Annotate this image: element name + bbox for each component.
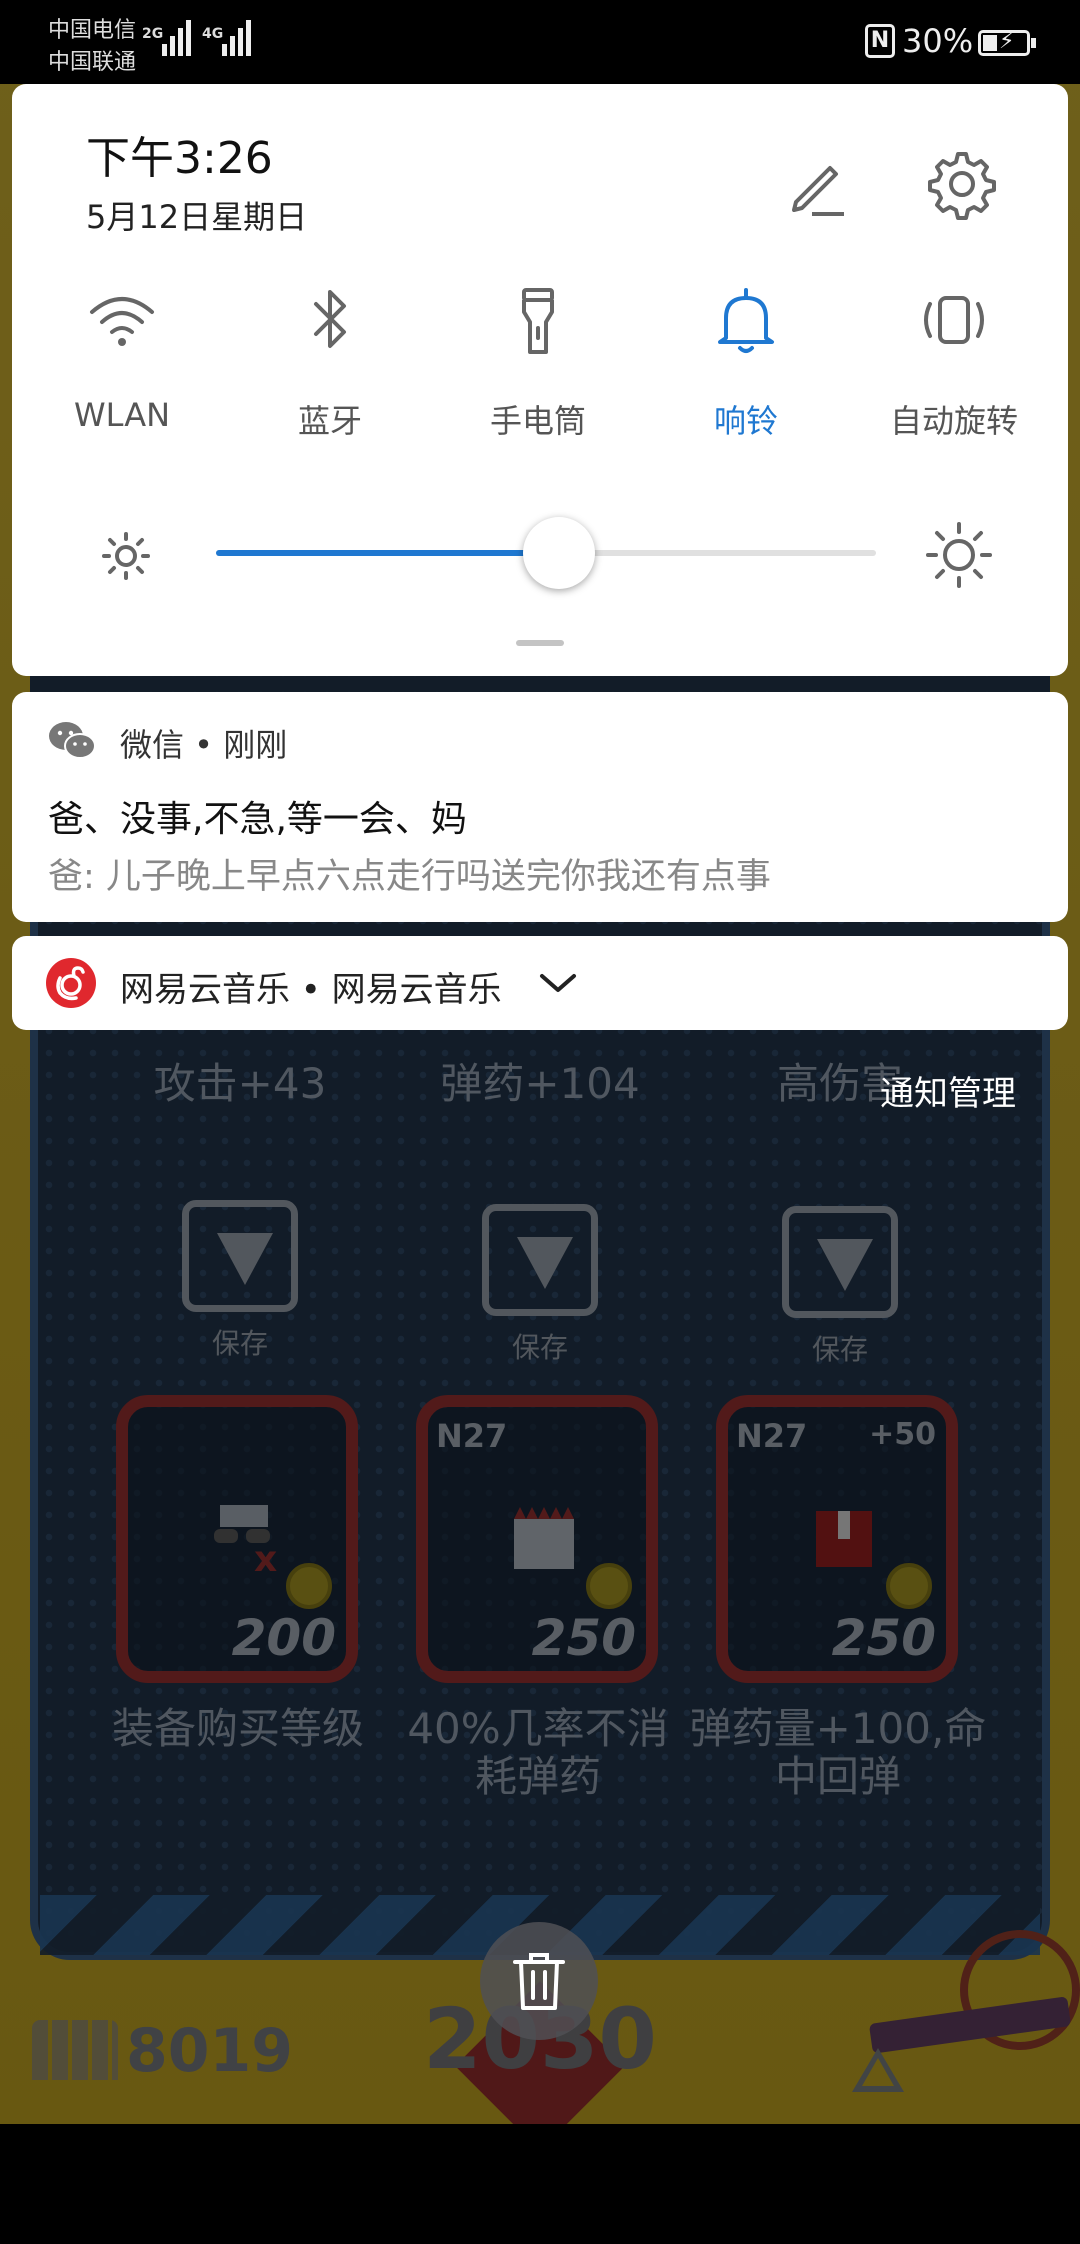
nfc-icon: N: [865, 24, 895, 58]
edit-icon[interactable]: [782, 150, 852, 220]
tile-label: WLAN: [73, 396, 171, 434]
carrier-1: 中国电信: [48, 18, 137, 43]
gear-icon[interactable]: [924, 146, 1000, 222]
notification-body: 爸: 儿子晚上早点六点走行吗送完你我还有点事: [48, 857, 771, 897]
network-type-2: 4G: [202, 26, 224, 42]
netease-music-notification[interactable]: 网易云音乐 • 网易云音乐: [12, 936, 1068, 1030]
bluetooth-icon: [314, 290, 346, 348]
navigation-bar: [0, 2124, 1080, 2244]
tile-flashlight[interactable]: 手电筒: [438, 280, 638, 450]
wechat-notification[interactable]: 微信 • 刚刚 爸、没事,不急,等一会、妈 爸: 儿子晚上早点六点走行吗送完你我…: [12, 692, 1068, 922]
battery-icon: ⚡: [978, 29, 1036, 56]
tile-wlan[interactable]: WLAN: [22, 280, 222, 450]
chevron-down-icon[interactable]: [538, 970, 578, 996]
brightness-high-icon: [926, 522, 992, 588]
clear-notifications-button[interactable]: [480, 1922, 598, 2040]
flashlight-icon: [522, 288, 554, 354]
battery-percent: 30%: [902, 22, 974, 60]
notification-header: 网易云音乐 • 网易云音乐: [120, 970, 502, 1010]
trash-icon: [513, 1953, 565, 2010]
tile-bluetooth[interactable]: 蓝牙: [230, 280, 430, 450]
brightness-slider-fill: [216, 550, 560, 556]
signal-icon-2: [222, 20, 251, 56]
signal-icon-1: [162, 20, 191, 56]
tile-label: 蓝牙: [297, 402, 362, 440]
notification-header: 微信 • 刚刚: [120, 726, 288, 764]
tile-ringer[interactable]: 响铃: [646, 280, 846, 450]
quick-settings-panel: 下午3:26 5月12日星期日 WLAN 蓝牙 手电筒 响铃 自动旋转: [12, 84, 1068, 676]
brightness-slider-thumb[interactable]: [523, 517, 596, 589]
brightness-low-icon: [102, 532, 150, 580]
notification-management-link[interactable]: 通知管理: [880, 1066, 1016, 1115]
bell-icon: [718, 288, 774, 353]
tile-label: 手电筒: [489, 402, 586, 440]
netease-music-icon: [46, 958, 96, 1008]
brightness-slider[interactable]: [216, 517, 876, 589]
auto-rotate-icon: [924, 296, 984, 344]
panel-drag-handle[interactable]: [516, 640, 564, 646]
status-bar: 中国电信 中国联通 2G 4G N 30% ⚡: [0, 0, 1080, 84]
tile-label: 自动旋转: [889, 402, 1018, 440]
tile-auto-rotate[interactable]: 自动旋转: [854, 280, 1054, 450]
clock-time: 下午3:26: [86, 133, 273, 184]
wifi-icon: [90, 297, 154, 346]
wechat-icon: [49, 722, 96, 759]
notification-title: 爸、没事,不急,等一会、妈: [48, 799, 467, 840]
network-type-1: 2G: [142, 26, 164, 42]
tile-label: 响铃: [713, 402, 778, 440]
clock-date: 5月12日星期日: [86, 198, 308, 236]
carrier-2: 中国联通: [48, 50, 137, 75]
